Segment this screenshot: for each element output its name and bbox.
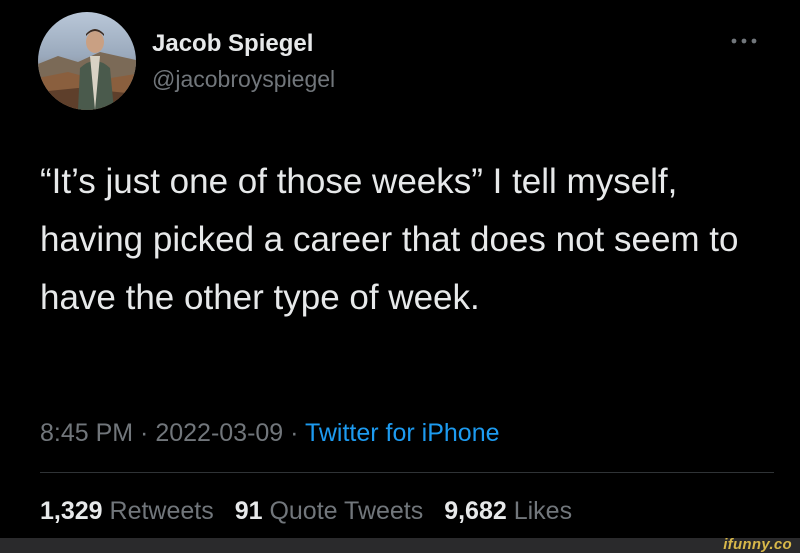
- watermark-bar: [0, 538, 800, 553]
- tweet-source-link[interactable]: Twitter for iPhone: [305, 419, 500, 447]
- retweets-label: Retweets: [109, 497, 214, 525]
- tweet-stats: 1,329 Retweets 91 Quote Tweets 9,682 Lik…: [40, 497, 586, 526]
- tweet-text: “It’s just one of those weeks” I tell my…: [40, 162, 739, 317]
- author-handle[interactable]: @jacobroyspiegel: [152, 66, 335, 93]
- retweets-count: 1,329: [40, 497, 103, 525]
- quote-tweets-stat[interactable]: 91 Quote Tweets: [235, 497, 424, 525]
- author-name[interactable]: Jacob Spiegel: [152, 30, 313, 58]
- meta-separator: ·: [283, 419, 305, 447]
- avatar[interactable]: [38, 12, 136, 110]
- likes-count: 9,682: [444, 497, 507, 525]
- tweet-date[interactable]: 2022-03-09: [155, 419, 283, 447]
- ifunny-watermark: ifunny.co: [723, 536, 792, 553]
- quote-tweets-count: 91: [234, 497, 263, 525]
- quote-tweets-label: Quote Tweets: [269, 497, 424, 525]
- tweet-meta: 8:45 PM · 2022-03-09 · Twitter for iPhon…: [40, 419, 500, 448]
- more-horizontal-icon: [731, 38, 757, 44]
- more-options-button[interactable]: [722, 26, 766, 56]
- tweet-time[interactable]: 8:45 PM: [40, 419, 133, 447]
- likes-label: Likes: [513, 497, 573, 525]
- meta-separator: ·: [133, 419, 156, 447]
- retweets-stat[interactable]: 1,329 Retweets: [40, 497, 214, 525]
- divider: [40, 472, 774, 473]
- avatar-photo: [38, 12, 136, 110]
- tweet-card: Jacob Spiegel @jacobroyspiegel “It’s jus…: [0, 0, 800, 553]
- likes-stat[interactable]: 9,682 Likes: [444, 497, 572, 525]
